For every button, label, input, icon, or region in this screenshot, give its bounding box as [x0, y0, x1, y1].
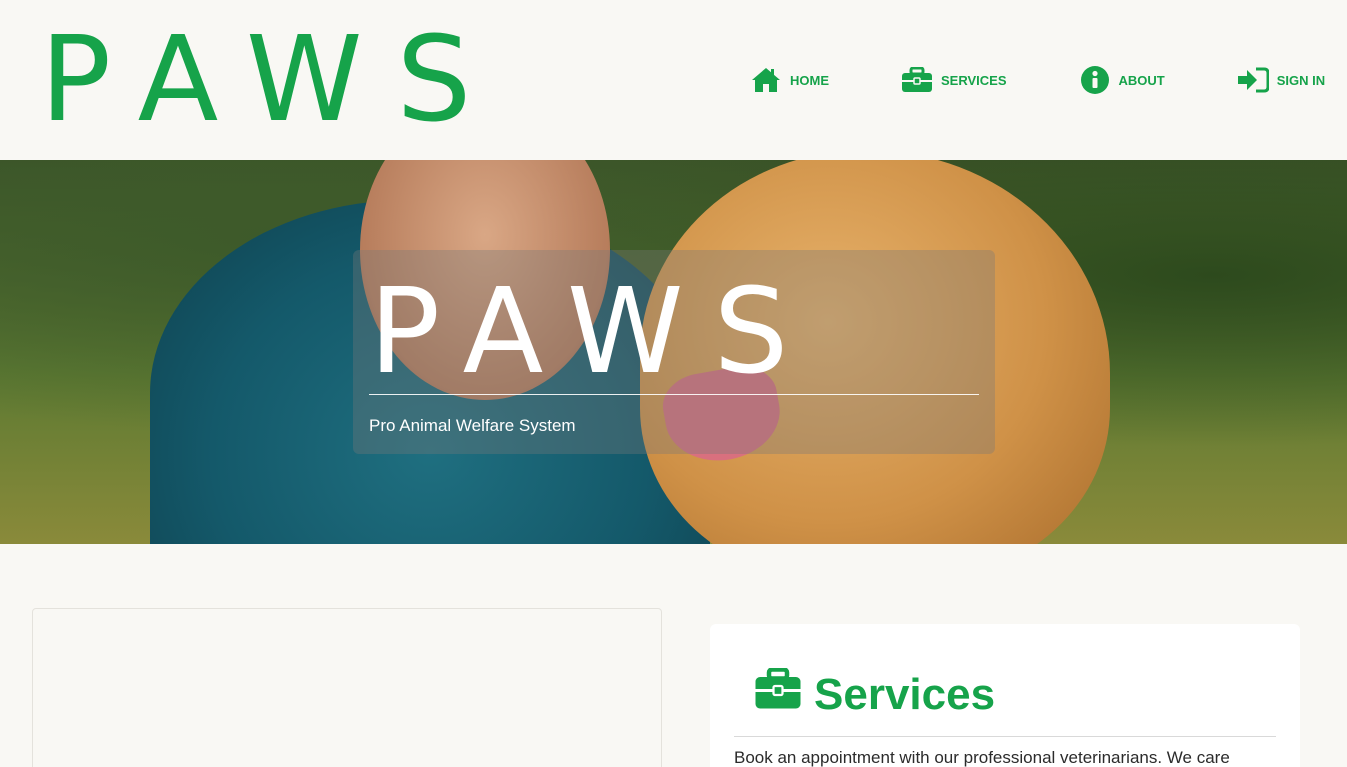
hero-banner: PAWS Pro Animal Welfare System	[0, 160, 1347, 544]
nav-about-label: ABOUT	[1118, 72, 1165, 88]
hero-divider	[369, 394, 979, 395]
services-heading-label: Services	[814, 669, 996, 719]
services-heading: Services	[754, 667, 996, 721]
left-panel	[32, 608, 662, 767]
nav-sign-in[interactable]: SIGN IN	[1237, 65, 1325, 95]
home-icon	[750, 65, 782, 95]
nav-home[interactable]: HOME	[750, 65, 829, 95]
hero-title: PAWS	[369, 262, 819, 400]
services-description: Book an appointment with our professiona…	[734, 748, 1230, 767]
nav-home-label: HOME	[790, 72, 829, 88]
services-card: Services Book an appointment with our pr…	[710, 624, 1300, 767]
main-nav: HOME SERVICES ABOUT SIGN IN	[750, 64, 1325, 96]
nav-about[interactable]: ABOUT	[1079, 65, 1165, 95]
briefcase-icon	[754, 667, 802, 721]
services-divider	[734, 736, 1276, 737]
hero-subtitle: Pro Animal Welfare System	[369, 416, 576, 435]
site-logo[interactable]: PAWS	[40, 20, 505, 138]
briefcase-icon	[901, 65, 933, 95]
nav-sign-in-label: SIGN IN	[1276, 72, 1326, 88]
header: PAWS HOME SERVICES ABOUT SIGN IN	[0, 0, 1347, 160]
info-icon	[1079, 65, 1111, 95]
nav-services[interactable]: SERVICES	[901, 65, 1007, 95]
hero-title-card: PAWS Pro Animal Welfare System	[353, 250, 995, 454]
sign-in-icon	[1237, 65, 1269, 95]
nav-services-label: SERVICES	[941, 72, 1007, 88]
